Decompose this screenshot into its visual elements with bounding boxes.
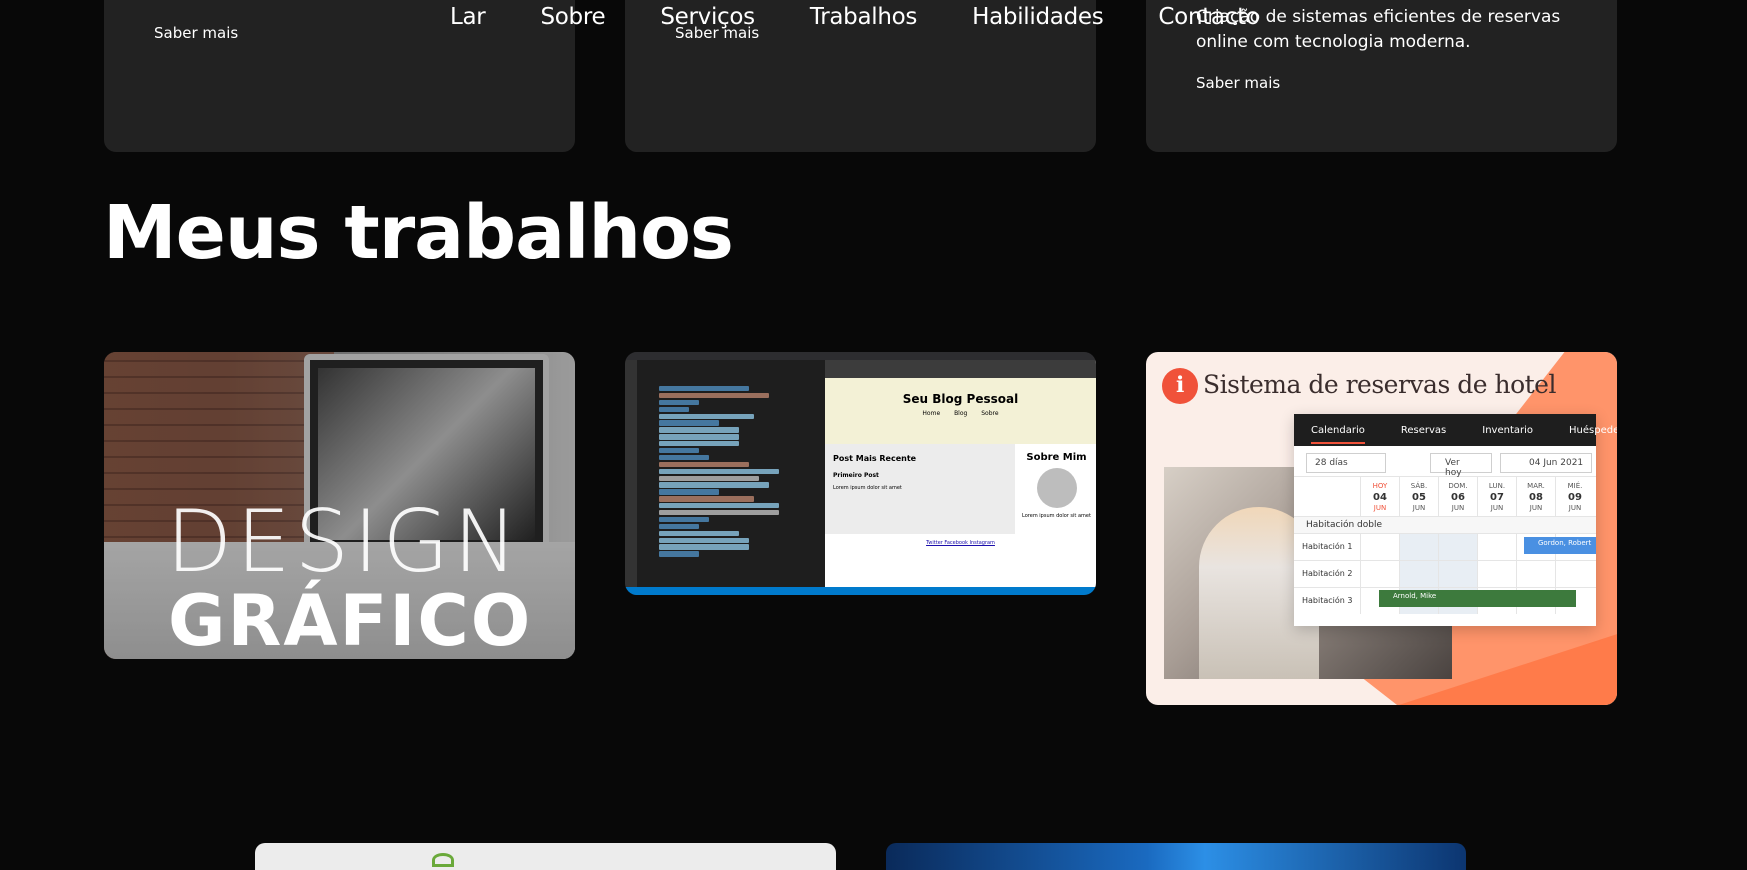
post-heading: Post Mais Recente xyxy=(833,454,917,463)
room-name: Habitación 3 xyxy=(1302,596,1353,605)
hotel-title: Sistema de reservas de hotel xyxy=(1203,370,1556,399)
blog-footer-links: Twitter Facebook Instagram xyxy=(926,540,995,546)
range-select: 28 días xyxy=(1306,453,1386,473)
work-card-hotel[interactable]: ℹ Sistema de reservas de hotel Calendari… xyxy=(1146,352,1617,705)
calendar-toolbar: 28 días Ver hoy 04 Jun 2021 xyxy=(1294,446,1596,478)
design-subtitle: GRÁFICO xyxy=(168,580,533,659)
blog-header: Seu Blog Pessoal Home Blog Sobre xyxy=(825,378,1096,444)
code-editor xyxy=(637,360,825,587)
main-nav: Lar Sobre Serviços Trabalhos Habilidades… xyxy=(450,4,1315,34)
room-row: Habitación 1 Gordon, Robert xyxy=(1294,533,1596,560)
about-heading: Sobre Mim xyxy=(1026,452,1087,463)
day-cell: MAR. 08 JUN xyxy=(1516,477,1555,516)
saber-mais-link[interactable]: Saber mais xyxy=(154,24,238,42)
blog-nav-sobre: Sobre xyxy=(981,410,999,417)
page: Saber mais Saber mais Criação de sistema… xyxy=(0,0,1747,870)
saber-mais-link[interactable]: Saber mais xyxy=(1196,74,1280,92)
blog-nav-blog: Blog xyxy=(954,410,968,417)
booking-bar: Arnold, Mike xyxy=(1379,590,1576,607)
day-cell: LUN. 07 JUN xyxy=(1477,477,1516,516)
tab-calendario: Calendario xyxy=(1311,425,1365,444)
day-cell: HOY 04 JUN xyxy=(1360,477,1399,516)
today-button: Ver hoy xyxy=(1430,453,1492,478)
nav-item-trabalhos[interactable]: Trabalhos xyxy=(810,4,918,34)
leaf-icon xyxy=(432,853,454,867)
activity-bar xyxy=(625,360,637,587)
avatar xyxy=(1036,468,1077,508)
work-card-blog[interactable]: Seu Blog Pessoal Home Blog Sobre Post Ma… xyxy=(625,352,1096,595)
blog-nav: Home Blog Sobre xyxy=(825,410,1096,417)
tab-huespedes: Huéspedes xyxy=(1569,424,1617,436)
section-title: Meus trabalhos xyxy=(103,190,734,276)
hotel-logo-icon: ℹ xyxy=(1162,368,1198,404)
blog-nav-home: Home xyxy=(922,410,941,417)
day-cell: DOM. 06 JUN xyxy=(1438,477,1477,516)
browser-bar xyxy=(825,360,1096,378)
nav-item-lar[interactable]: Lar xyxy=(450,4,486,34)
browser-preview: Seu Blog Pessoal Home Blog Sobre Post Ma… xyxy=(825,360,1096,587)
post-box: Post Mais Recente Primeiro Post Lorem ip… xyxy=(825,444,1015,534)
calendar-panel: Calendario Reservas Inventario Huéspedes… xyxy=(1294,414,1617,626)
editor-titlebar xyxy=(625,352,1096,360)
room-group: Habitación doble xyxy=(1294,516,1596,533)
tab-inventario: Inventario xyxy=(1482,424,1534,436)
design-title: DESIGN xyxy=(166,492,522,592)
room-name: Habitación 2 xyxy=(1302,569,1353,578)
work-card-next-1[interactable] xyxy=(255,843,836,870)
post-text: Lorem ipsum dolor sit amet xyxy=(833,485,902,491)
date-field: 04 Jun 2021 xyxy=(1500,453,1592,473)
day-cell: SÁB. 05 JUN xyxy=(1399,477,1438,516)
room-row: Habitación 3 Arnold, Mike xyxy=(1294,587,1596,614)
nav-item-habilidades[interactable]: Habilidades xyxy=(972,4,1104,34)
room-row: Habitación 2 xyxy=(1294,560,1596,587)
about-text: Lorem ipsum dolor sit amet xyxy=(1022,513,1091,519)
work-card-design[interactable]: DESIGN GRÁFICO xyxy=(104,352,575,659)
booking-bar: Gordon, Robert xyxy=(1524,537,1596,554)
blog-body: Post Mais Recente Primeiro Post Lorem ip… xyxy=(825,444,1096,534)
nav-item-servicos[interactable]: Serviços xyxy=(660,4,755,34)
nav-item-sobre[interactable]: Sobre xyxy=(540,4,605,34)
nav-item-contacto[interactable]: Contacto xyxy=(1158,4,1259,34)
editor-statusbar xyxy=(625,587,1096,595)
tab-reservas: Reservas xyxy=(1400,424,1447,436)
room-name: Habitación 1 xyxy=(1302,542,1353,551)
day-cell: MIÉ. 09 JUN xyxy=(1555,477,1594,516)
day-header: HOY 04 JUN SÁB. 05 JUN DOM. 06 JUN LUN. 07 JUN M… xyxy=(1294,476,1596,516)
blog-title: Seu Blog Pessoal xyxy=(902,392,1019,406)
post-title: Primeiro Post xyxy=(833,472,879,479)
calendar-tabs: Calendario Reservas Inventario Huéspedes xyxy=(1294,414,1617,446)
about-box: Sobre Mim Lorem ipsum dolor sit amet xyxy=(1017,444,1096,534)
work-card-next-2[interactable] xyxy=(886,843,1466,870)
